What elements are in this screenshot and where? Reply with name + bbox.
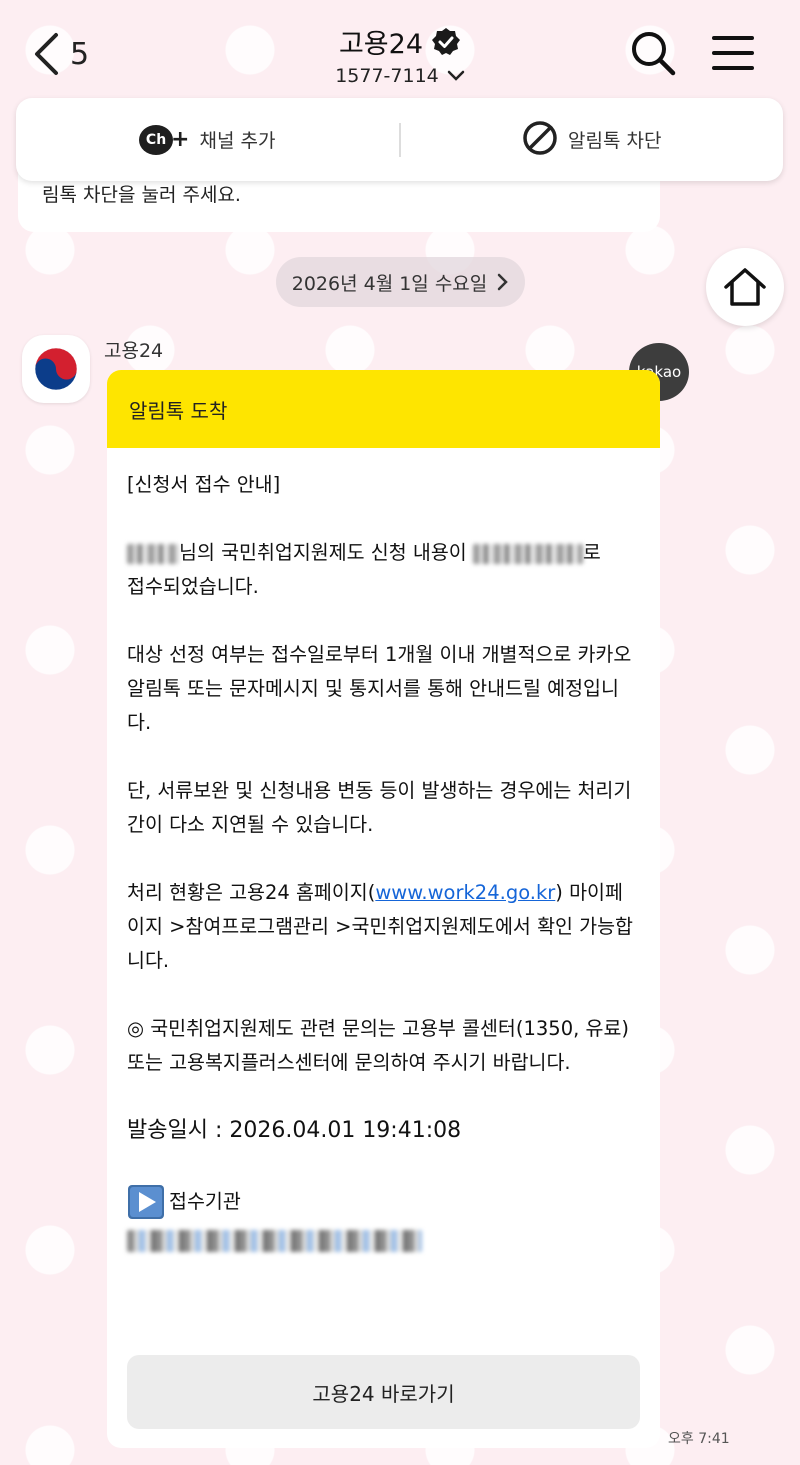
selection-paragraph: 대상 선정 여부는 접수일로부터 1개월 이내 개별적으로 카카오알림톡 또는 …: [127, 643, 632, 734]
top-bar: 5 고용24 1577-7114: [0, 0, 800, 100]
channel-name: 고용24: [338, 29, 424, 60]
chevron-left-icon: [35, 33, 58, 75]
card-header-text: 알림톡 도착: [129, 398, 228, 423]
date-text: 2026년 4월 1일 수요일: [291, 272, 488, 295]
channel-title[interactable]: 고용24 1577-7114: [300, 22, 500, 87]
unread-count: 5: [70, 36, 90, 72]
sender-name: 고용24: [104, 340, 164, 362]
redacted-content: [472, 543, 583, 564]
block-notification-button[interactable]: 알림톡 차단: [401, 98, 784, 181]
previous-message-text: 림톡 차단을 눌러 주세요.: [42, 184, 241, 206]
back-button[interactable]: 5: [32, 30, 102, 78]
sent-time: 발송일시 : 2026.04.01 19:41:08: [127, 1118, 462, 1143]
redacted-agency: [127, 1230, 422, 1252]
status-paragraph: 처리 현황은 고용24 홈페이지(www.work24.go.kr) 마이페이지…: [127, 881, 633, 972]
block-icon: [522, 120, 558, 160]
add-channel-button[interactable]: Ch + 채널 추가: [16, 98, 399, 181]
goto-work24-button[interactable]: 고용24 바로가기: [127, 1355, 640, 1429]
message-timestamp: 오후 7:41: [668, 1431, 730, 1447]
menu-icon[interactable]: [712, 32, 754, 74]
inquiry-paragraph: ◎ 국민취업지원제도 관련 문의는 고용부 콜센터(1350, 유료) 또는 고…: [127, 1017, 629, 1074]
add-channel-label: 채널 추가: [199, 130, 276, 152]
card-header: 알림톡 도착: [107, 370, 660, 448]
card-body: [신청서 접수 안내] 님의 국민취업지원제도 신청 내용이 로 접수되었습니다…: [107, 448, 660, 1252]
delay-paragraph: 단, 서류보완 및 신청내용 변동 등이 발생하는 경우에는 처리기간이 다소 …: [127, 779, 632, 836]
date-divider[interactable]: 2026년 4월 1일 수요일: [276, 257, 525, 307]
channel-add-icon: Ch +: [139, 124, 189, 155]
block-notification-label: 알림톡 차단: [568, 130, 662, 152]
home-button[interactable]: [706, 248, 784, 326]
agency-label: 접수기관: [169, 1190, 241, 1213]
taegeuk-logo-icon: [34, 347, 78, 391]
home-icon: [724, 268, 766, 306]
avatar[interactable]: [22, 335, 90, 403]
message-title: [신청서 접수 안내]: [127, 473, 281, 496]
channel-action-bar: Ch + 채널 추가 알림톡 차단: [16, 98, 783, 181]
search-icon[interactable]: [630, 30, 676, 76]
chevron-down-icon: [447, 67, 465, 86]
channel-phone: 1577-7114: [335, 65, 439, 87]
agency-row: 접수기관: [127, 1184, 640, 1220]
redacted-name: [127, 543, 179, 564]
homepage-link[interactable]: www.work24.go.kr: [375, 881, 555, 904]
chevron-right-icon: [498, 273, 509, 291]
message-card: 알림톡 도착 [신청서 접수 안내] 님의 국민취업지원제도 신청 내용이 로 …: [107, 370, 660, 1448]
play-icon: [128, 1185, 164, 1219]
verified-badge-icon: [432, 27, 461, 55]
acceptance-paragraph: 님의 국민취업지원제도 신청 내용이 로 접수되었습니다.: [127, 541, 601, 598]
